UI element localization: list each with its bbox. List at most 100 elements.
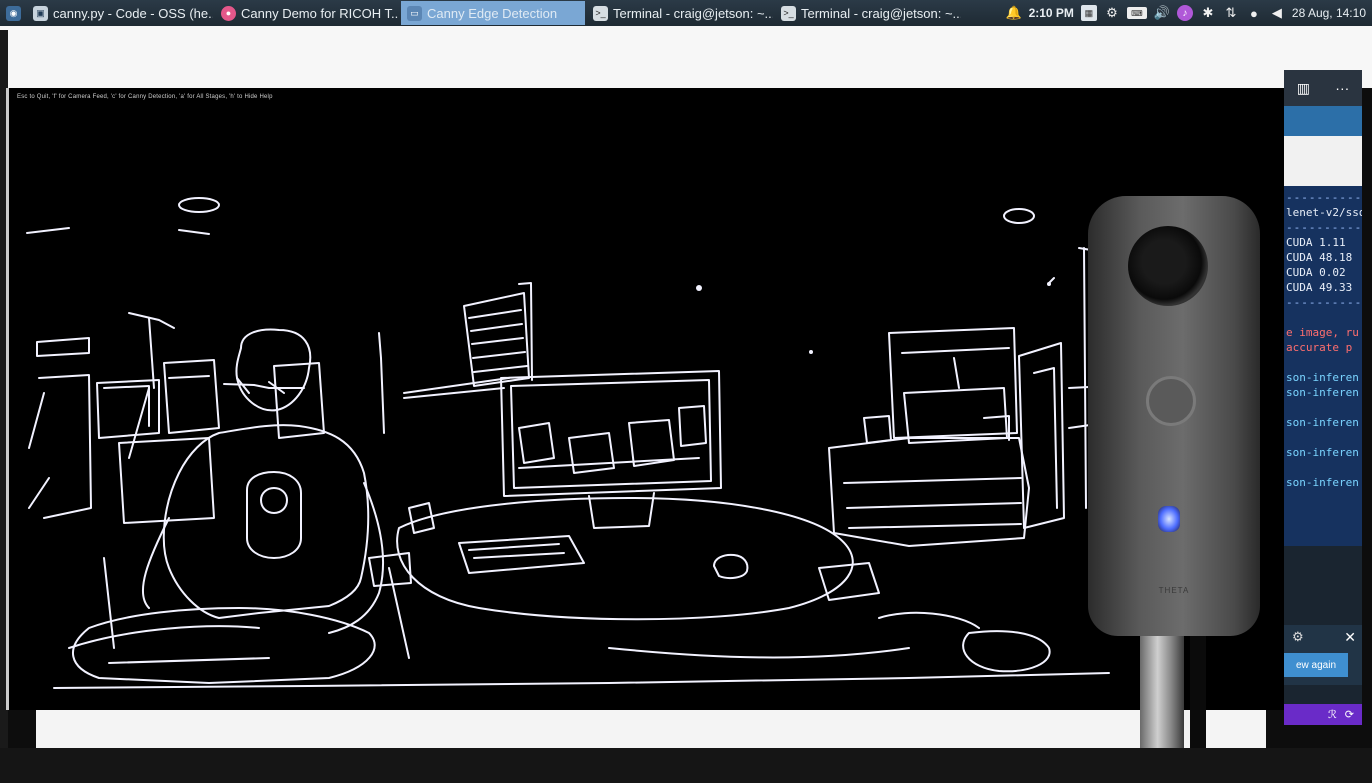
task-label: canny.py - Code - OSS (he... [53, 5, 213, 21]
right-desk-edge [828, 437, 1030, 547]
terminal-line: son-inferen [1286, 386, 1359, 399]
notification-toast: ⚙ ✕ ew again [1284, 625, 1362, 685]
keyboard-edge [458, 535, 585, 574]
remote-icon[interactable]: ℛ [1328, 708, 1337, 721]
browser-icon: ● [221, 5, 236, 21]
system-tray: 🔔 2:10 PM ▦ ⚙ ⌨ 🔊 ♪ ✱ ⇅ ● ◀ 28 Aug, 14:1… [1005, 5, 1372, 21]
settings-gear-icon[interactable]: ⚙ [1292, 629, 1304, 645]
mouse-edge [713, 553, 749, 580]
editor-tab-strip [1284, 106, 1362, 136]
terminal-line: son-inferen [1286, 476, 1359, 489]
desk-top-edge [396, 497, 854, 621]
calendar-icon[interactable]: ▦ [1080, 5, 1097, 21]
taskbar-menu-button[interactable]: ◉ [2, 1, 25, 25]
person-shirt-logo-lens [260, 487, 288, 514]
terminal-line: ----------------- [1286, 221, 1362, 234]
terminal-line: lenet-v2/ssd [1286, 206, 1362, 219]
split-editor-icon[interactable]: ▥ [1297, 80, 1310, 97]
person-shirt-logo-edge [246, 471, 302, 559]
pole-edge [378, 332, 385, 434]
volume-icon[interactable]: 🔊 [1154, 5, 1170, 21]
task-canny-demo[interactable]: ● Canny Demo for RICOH T... [215, 1, 399, 25]
editor-header: ▥ ··· [1284, 70, 1362, 106]
terminal-line: son-inferen [1286, 416, 1359, 429]
floor-edge [53, 630, 1110, 689]
task-canny-edge-detection[interactable]: ▭ Canny Edge Detection [401, 1, 585, 25]
network-icon[interactable]: ⇅ [1223, 5, 1239, 21]
person-legs-edge [72, 607, 376, 684]
right-cabinet-edge [888, 327, 1018, 439]
desk-items-edge [368, 502, 880, 601]
desk-edge [403, 377, 510, 399]
speaker-icon[interactable]: ◀ [1269, 5, 1285, 21]
terminal-icon: >_ [781, 5, 796, 21]
ceiling-edge [26, 227, 210, 235]
window-top-area [0, 26, 1372, 88]
settings-gear-icon[interactable]: ⚙ [1104, 5, 1120, 21]
terminal-line: son-inferen [1286, 446, 1359, 459]
power-icon[interactable]: ● [1246, 5, 1262, 21]
task-label: Terminal - craig@jetson: ~... [613, 5, 773, 21]
bluetooth-icon[interactable]: ✱ [1200, 5, 1216, 21]
window-blind-edge [463, 282, 533, 387]
media-player-icon[interactable]: ♪ [1176, 5, 1193, 21]
more-icon[interactable]: ··· [1335, 80, 1349, 96]
ceiling-light-edge [1003, 208, 1035, 224]
door-edge [1018, 342, 1065, 529]
close-icon[interactable]: ✕ [1344, 629, 1356, 646]
terminal-line: e image, ru [1286, 326, 1359, 339]
light-dot [696, 285, 702, 291]
terminal-line: son-inferen [1286, 371, 1359, 384]
task-label: Terminal - craig@jetson: ~... [801, 5, 961, 21]
clock-date[interactable]: 28 Aug, 14:10 [1292, 6, 1366, 20]
tripod-edge [128, 312, 175, 459]
canny-help-text: Esc to Quit, 'f' for Camera Feed, 'c' fo… [17, 94, 273, 100]
person-torso-edge [162, 424, 370, 619]
sync-icon[interactable]: ⟳ [1345, 708, 1354, 721]
camera-brand-text: THETA [1158, 586, 1190, 595]
ricoh-theta-camera: THETA [1088, 196, 1260, 636]
code-oss-icon: ▣ [33, 5, 48, 21]
camera-shutter-button [1146, 376, 1196, 426]
ceiling-light-edge [178, 197, 220, 213]
terminal-line: ----------------- [1286, 296, 1362, 309]
task-code-oss[interactable]: ▣ canny.py - Code - OSS (he... [27, 1, 213, 25]
keyboard-icon[interactable]: ⌨ [1126, 7, 1147, 19]
terminal-line: CUDA 0.02 [1286, 266, 1346, 279]
window-bottom-area [36, 710, 1266, 748]
task-label: Canny Demo for RICOH T... [241, 5, 399, 21]
notification-action-button[interactable]: ew again [1284, 653, 1348, 677]
status-bar: ℛ ⟳ [1284, 704, 1362, 725]
main-monitor-content-edge [518, 405, 707, 474]
code-oss-side-panel: ▥ ··· -----------------lenet-v2/ssd-----… [1284, 70, 1362, 725]
editor-white-area [1284, 136, 1362, 186]
taskbar: ◉ ▣ canny.py - Code - OSS (he... ● Canny… [0, 0, 1372, 26]
light-dot [1047, 282, 1051, 286]
terminal-line: CUDA 1.11 [1286, 236, 1346, 249]
menu-icon: ◉ [6, 5, 21, 21]
notification-bell-icon[interactable]: 🔔 [1005, 5, 1021, 21]
monitor-bottom-bezel [0, 748, 1372, 783]
task-terminal-2[interactable]: >_ Terminal - craig@jetson: ~... [775, 1, 961, 25]
floor-mat-edge [68, 611, 980, 649]
terminal-line: accurate p [1286, 341, 1353, 354]
terminal-line: ----------------- [1286, 191, 1362, 204]
terminal-line: CUDA 48.18 [1286, 251, 1353, 264]
terminal-icon: >_ [593, 5, 608, 21]
window-icon: ▭ [407, 5, 422, 21]
task-label: Canny Edge Detection [427, 5, 558, 21]
right-monitor-edge [903, 357, 1008, 444]
terminal-output[interactable]: ----------------- lenet-v2/ssd -----------… [1284, 186, 1362, 546]
person-glasses-edge [223, 377, 305, 394]
camera-status-led [1158, 506, 1180, 532]
camera-lens [1128, 226, 1208, 306]
left-shelf-edge [28, 337, 220, 524]
clock-time[interactable]: 2:10 PM [1029, 6, 1074, 20]
photo-of-monitor: ◉ ▣ canny.py - Code - OSS (he... ● Canny… [0, 0, 1372, 783]
light-dot [809, 350, 813, 354]
task-terminal-1[interactable]: >_ Terminal - craig@jetson: ~... [587, 1, 773, 25]
